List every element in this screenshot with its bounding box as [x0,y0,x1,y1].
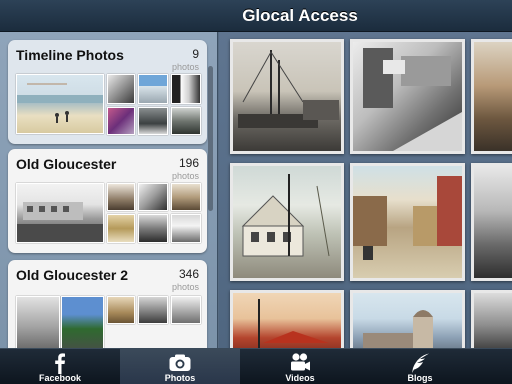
album-title: Old Gloucester 2 [16,267,129,283]
photo-tile[interactable] [230,163,344,281]
album-thumb [171,183,201,211]
tab-label: Photos [164,373,196,383]
album-item-old-gloucester-2[interactable]: Old Gloucester 2 346 photos [8,260,207,348]
facebook-icon [55,353,65,374]
album-thumb [138,214,168,243]
photo-tile[interactable] [471,290,512,348]
photo-tile[interactable] [471,39,512,154]
album-thumb [138,183,168,211]
quill-icon [412,353,429,373]
album-photo-count: 9 [192,47,199,61]
page-title: Glocal Access [242,6,358,25]
album-cover-image [16,74,104,134]
album-cover-image [16,183,104,243]
album-count-unit: photos [171,282,199,292]
app-header: Glocal Access [0,0,512,32]
album-thumb [138,74,168,104]
tab-label: Facebook [38,373,81,383]
album-list-scrollbar[interactable] [208,66,213,211]
album-thumb [107,214,135,243]
album-thumb [107,296,135,324]
album-photo-count: 346 [178,267,199,281]
album-list[interactable]: Timeline Photos 9 photos Old Gloucester … [0,32,218,348]
album-title: Timeline Photos [16,47,124,63]
album-cover-image [61,296,104,348]
album-item-timeline-photos[interactable]: Timeline Photos 9 photos [8,40,207,144]
photo-grid[interactable] [219,32,512,348]
album-photo-count: 196 [178,156,199,170]
album-thumb [171,74,201,104]
tab-photos[interactable]: Photos [120,349,240,384]
album-thumb [171,296,201,324]
video-camera-icon [291,353,310,371]
tab-blogs[interactable]: Blogs [360,349,480,384]
album-thumb [107,107,135,135]
photo-tile[interactable] [350,39,465,154]
album-thumb [107,183,135,211]
photo-tile[interactable] [230,39,344,154]
album-cover-image [16,296,60,348]
album-thumb [107,74,135,104]
album-title: Old Gloucester [16,156,117,172]
photo-tile[interactable] [471,163,512,281]
photo-tile[interactable] [230,290,344,348]
photo-tile[interactable] [350,163,465,281]
album-count-unit: photos [171,62,199,72]
tab-bar: Facebook Photos Videos Blogs [0,348,512,384]
tab-label: Videos [285,373,315,383]
album-item-old-gloucester[interactable]: Old Gloucester 196 photos [8,149,207,253]
album-thumb [138,296,168,324]
tab-label: Blogs [407,373,433,383]
album-thumb [171,107,201,135]
album-count-unit: photos [171,171,199,181]
photo-tile[interactable] [350,290,465,348]
album-thumb [138,107,168,135]
camera-icon [169,354,191,371]
tab-videos[interactable]: Videos [240,349,360,384]
tab-facebook[interactable]: Facebook [0,349,120,384]
album-thumb [171,214,201,243]
